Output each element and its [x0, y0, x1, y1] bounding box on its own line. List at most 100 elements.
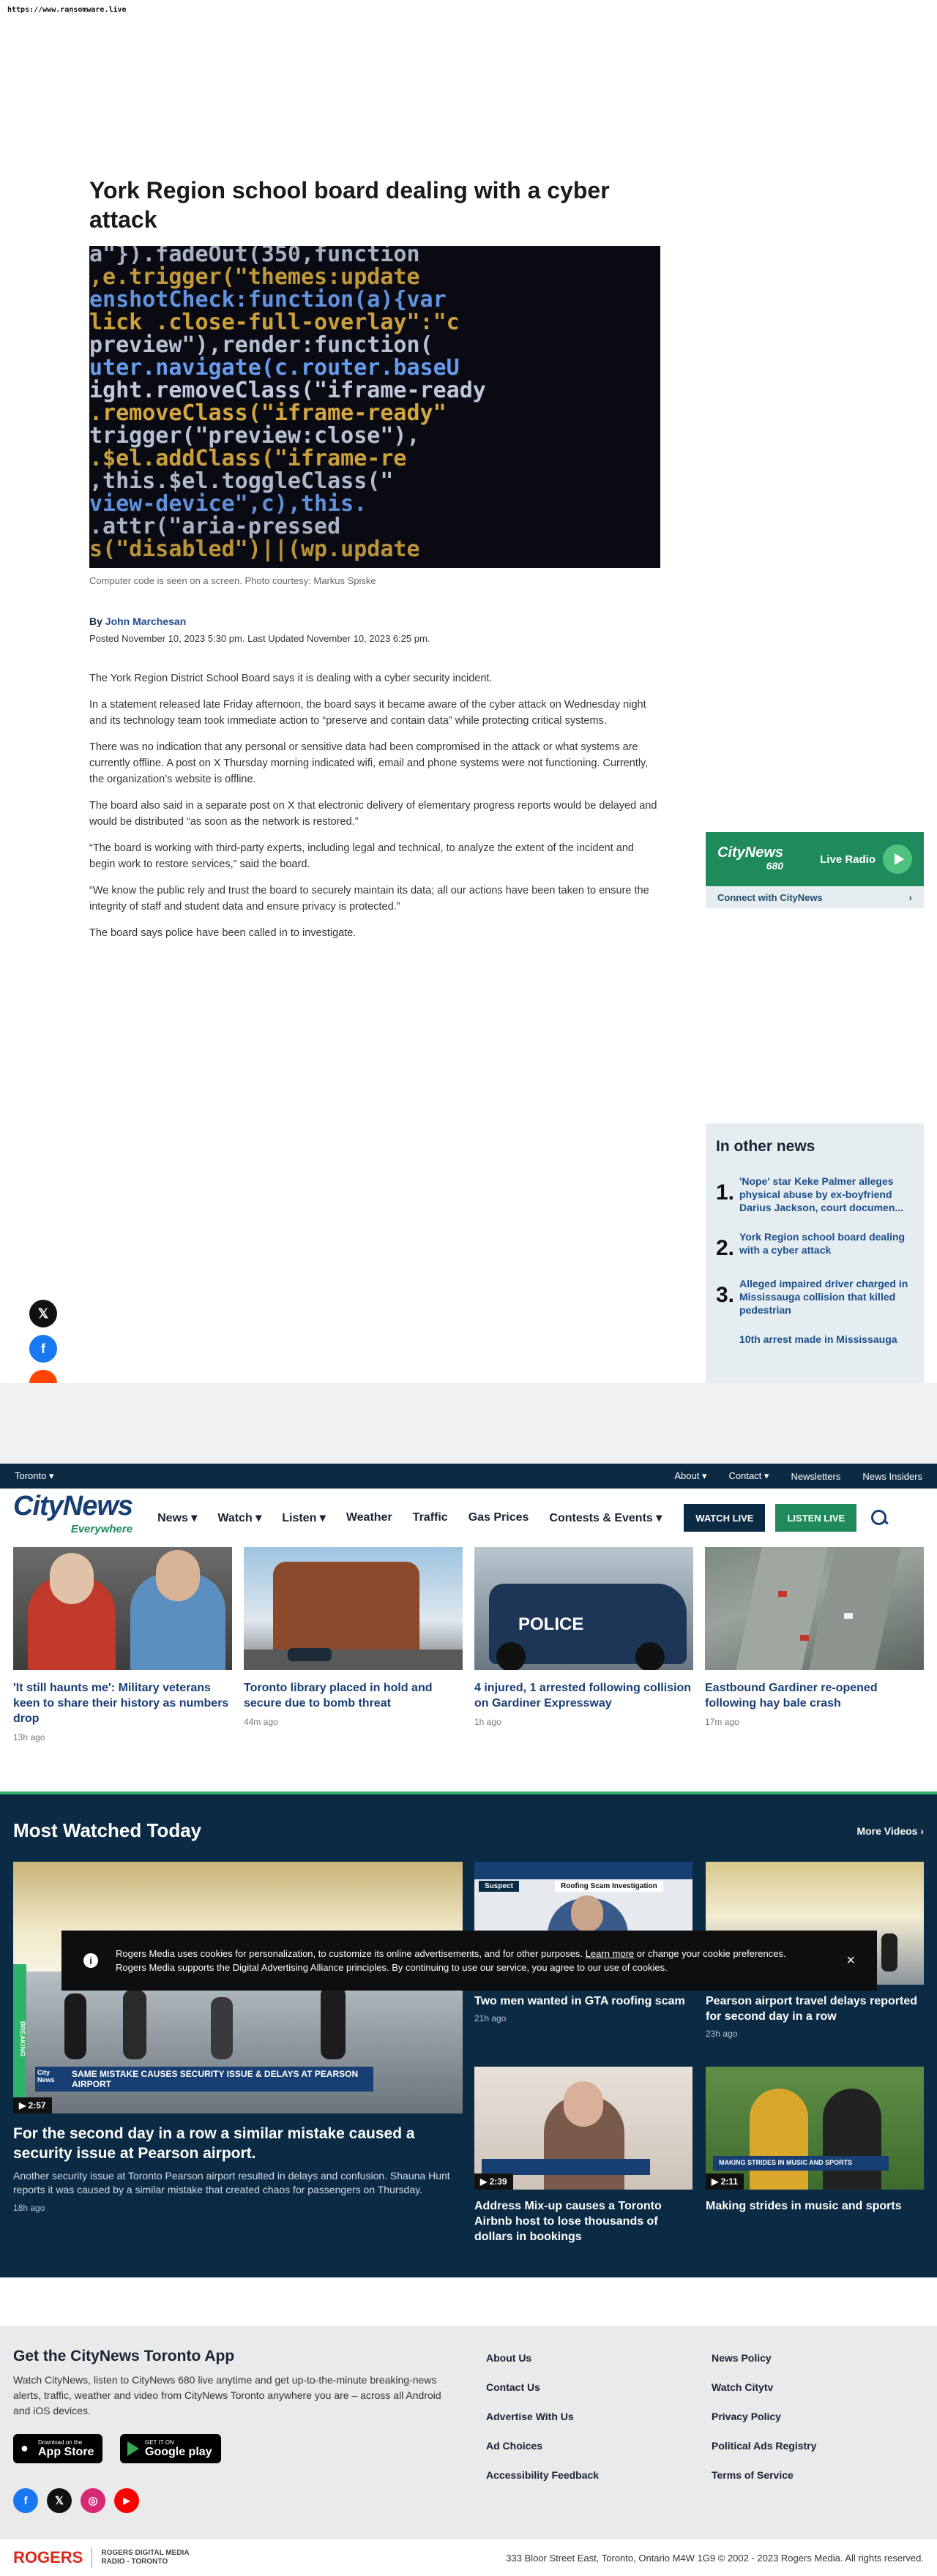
app-description: Watch CityNews, listen to CityNews 680 l… [13, 2374, 441, 2416]
paragraph: The York Region District School Board sa… [89, 673, 493, 684]
topbar-link-contact[interactable]: Contact ▾ [728, 1470, 769, 1482]
code-line: enshotCheck:function(a){var [89, 287, 447, 312]
video-card[interactable]: MAKING STRIDES IN MUSIC AND SPORTS ▶ 2:1… [706, 2067, 924, 2214]
youtube-icon[interactable]: ▶ [114, 2488, 139, 2513]
close-icon[interactable]: × [846, 1952, 855, 1969]
footer-link-contact-us[interactable]: Contact Us [486, 2381, 540, 2393]
page-url: https://www.ransomware.live [7, 6, 127, 14]
news-link[interactable]: Alleged impaired driver charged in Missi… [739, 1277, 914, 1317]
news-link[interactable]: 'Nope' star Keke Palmer alleges physical… [739, 1175, 914, 1214]
video-thumbnail[interactable]: ▶ 2:39 [474, 2067, 693, 2190]
footer: Get the CityNews Toronto App Watch CityN… [0, 2326, 937, 2539]
footer-link-news-policy[interactable]: News Policy [712, 2352, 772, 2364]
footer-link-privacy[interactable]: Privacy Policy [712, 2411, 781, 2422]
footer-link-ad-choices[interactable]: Ad Choices [486, 2440, 542, 2452]
story-title[interactable]: 4 injured, 1 arrested following collisio… [474, 1680, 693, 1711]
google-play-button[interactable]: GET IT ON Google play [120, 2434, 221, 2463]
citynews-logo[interactable]: CityNews Everywhere [13, 1492, 133, 1541]
footer-link-about-us[interactable]: About Us [486, 2352, 531, 2364]
rank-number: 1. [716, 1180, 735, 1205]
code-line: .attr("aria-pressed [89, 514, 341, 539]
nav-news[interactable]: News ▾ [157, 1510, 197, 1525]
reddit-share-icon[interactable] [29, 1370, 57, 1383]
video-duration: ▶ 2:57 [13, 2097, 52, 2113]
story-image [13, 1547, 232, 1670]
video-time: 23h ago [706, 2029, 738, 2039]
nav-listen[interactable]: Listen ▾ [282, 1510, 326, 1525]
connect-link[interactable]: Connect with CityNews › [706, 886, 924, 908]
breaking-tag: BREAKING [13, 1964, 26, 2113]
story-card[interactable]: POLICE 4 injured, 1 arrested following c… [474, 1547, 693, 1742]
facebook-share-icon[interactable]: f [29, 1335, 57, 1363]
video-title[interactable]: Two men wanted in GTA roofing scam [474, 1993, 693, 2009]
paragraph: There was no indication that any persona… [89, 741, 649, 785]
footer-link-terms[interactable]: Terms of Service [712, 2469, 794, 2481]
story-image [244, 1547, 463, 1670]
story-card[interactable]: Eastbound Gardiner re-opened following h… [705, 1547, 924, 1742]
nav-contests-events[interactable]: Contests & Events ▾ [549, 1510, 662, 1525]
rogers-logo[interactable]: ROGERS ROGERS DIGITAL MEDIA RADIO - TORON… [13, 2547, 190, 2568]
google-play-icon [127, 2441, 139, 2456]
play-icon[interactable] [883, 845, 912, 874]
footer-link-political-ads[interactable]: Political Ads Registry [712, 2440, 816, 2452]
paragraph: The board also said in a separate post o… [89, 800, 657, 828]
radio-widget: CityNews 680 Live Radio Connect with Cit… [706, 832, 924, 908]
news-link[interactable]: York Region school board dealing with a … [739, 1230, 914, 1261]
story-title[interactable]: Eastbound Gardiner re-opened following h… [705, 1680, 924, 1711]
radio-player[interactable]: CityNews 680 Live Radio [706, 832, 924, 886]
nav-gas-prices[interactable]: Gas Prices [468, 1511, 529, 1524]
city-selector[interactable]: Toronto ▾ [15, 1470, 54, 1482]
author-link[interactable]: John Marchesan [105, 615, 186, 627]
story-title[interactable]: Toronto library placed in hold and secur… [244, 1680, 463, 1711]
x-icon[interactable]: 𝕏 [47, 2488, 72, 2513]
list-item[interactable]: 2. York Region school board dealing with… [716, 1230, 914, 1261]
video-card[interactable]: ▶ 2:39 Address Mix-up causes a Toronto A… [474, 2067, 693, 2244]
list-item[interactable]: 1. 'Nope' star Keke Palmer alleges physi… [716, 1175, 914, 1214]
footer-link-advertise[interactable]: Advertise With Us [486, 2411, 574, 2422]
story-card[interactable]: 'It still haunts me': Military veterans … [13, 1547, 232, 1742]
video-thumbnail[interactable]: MAKING STRIDES IN MUSIC AND SPORTS ▶ 2:1… [706, 2067, 924, 2190]
topbar-link-newsletters[interactable]: Newsletters [791, 1471, 840, 1482]
code-line: .removeClass("iframe-ready" [89, 400, 447, 426]
paragraph: “We know the public rely and trust the b… [89, 885, 649, 913]
x-share-icon[interactable]: 𝕏 [29, 1300, 57, 1328]
app-title: Get the CityNews Toronto App [13, 2348, 235, 2365]
more-videos-link[interactable]: More Videos › [856, 1825, 924, 1837]
image-caption: Computer code is seen on a screen. Photo… [89, 575, 376, 586]
nav-weather[interactable]: Weather [346, 1511, 392, 1524]
connect-label: Connect with CityNews [717, 891, 823, 903]
footer-link-watch-citytv[interactable]: Watch Citytv [712, 2381, 773, 2393]
code-line: s("disabled")||(wp.update [89, 536, 420, 562]
story-title[interactable]: 'It still haunts me': Military veterans … [13, 1680, 232, 1726]
listen-live-button[interactable]: LISTEN LIVE [775, 1504, 857, 1532]
rank-number: 2. [716, 1236, 735, 1260]
facebook-icon[interactable]: f [13, 2488, 38, 2513]
footer-link-accessibility[interactable]: Accessibility Feedback [486, 2469, 599, 2481]
article-headline: York Region school board dealing with a … [89, 177, 610, 233]
story-time: 44m ago [244, 1717, 278, 1727]
story-card[interactable]: Toronto library placed in hold and secur… [244, 1547, 463, 1742]
topbar-link-about[interactable]: About ▾ [674, 1470, 706, 1482]
featured-video-title[interactable]: For the second day in a row a similar mi… [13, 2124, 463, 2163]
ad-space [0, 1383, 937, 1464]
nav-watch[interactable]: Watch ▾ [217, 1510, 261, 1525]
cookie-banner: i Rogers Media uses cookies for personal… [61, 1931, 877, 1991]
featured-video[interactable]: BREAKING City News SAME MISTAKE CAUSES S… [13, 1862, 463, 2213]
video-title[interactable]: Making strides in music and sports [706, 2198, 924, 2214]
list-item[interactable]: 3. Alleged impaired driver charged in Mi… [716, 1277, 914, 1317]
video-title[interactable]: Address Mix-up causes a Toronto Airbnb h… [474, 2198, 693, 2244]
hero-image: a"}).fadeOut(350,function ,e.trigger("the… [89, 246, 660, 568]
video-title[interactable]: Pearson airport travel delays reported f… [706, 1993, 924, 2024]
list-item[interactable]: 10th arrest made in Mississauga [716, 1333, 914, 1346]
chevron-right-icon: › [908, 891, 912, 903]
app-store-button[interactable]: ● Download on the App Store [13, 2434, 103, 2463]
instagram-icon[interactable]: ◎ [81, 2488, 105, 2513]
learn-more-link[interactable]: Learn more [586, 1948, 634, 1959]
story-time: 17m ago [705, 1717, 739, 1727]
nav-traffic[interactable]: Traffic [413, 1511, 448, 1524]
topbar-link-news-insiders[interactable]: News Insiders [862, 1471, 922, 1482]
search-icon[interactable] [870, 1508, 889, 1527]
news-link[interactable]: 10th arrest made in Mississauga [739, 1333, 914, 1346]
watch-live-button[interactable]: WATCH LIVE [684, 1504, 766, 1532]
story-time: 1h ago [474, 1717, 501, 1727]
